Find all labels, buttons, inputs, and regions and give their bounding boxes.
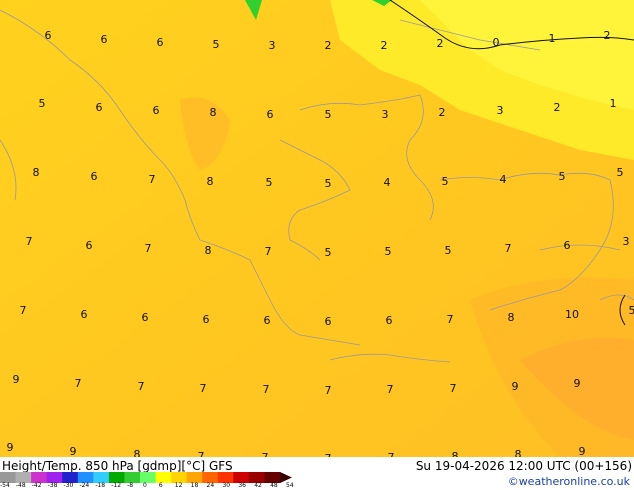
value-label: 2 [325, 39, 332, 52]
value-label: 5 [445, 244, 452, 257]
value-label: 9 [579, 445, 586, 457]
value-label: 2 [439, 106, 446, 119]
value-label: 2 [604, 29, 611, 42]
value-label: 7 [200, 382, 207, 395]
value-label: 8 [210, 106, 217, 119]
value-label: 6 [81, 308, 88, 321]
value-label: 3 [269, 39, 276, 52]
scale-tick: -24 [79, 482, 90, 489]
value-label: 9 [574, 377, 581, 390]
value-label: 7 [505, 242, 512, 255]
value-label: 6 [153, 104, 160, 117]
value-label: 7 [263, 383, 270, 396]
value-label: 7 [20, 304, 27, 317]
scale-tick: -42 [31, 482, 42, 489]
value-label: 8 [205, 244, 212, 257]
value-label: 3 [623, 235, 630, 248]
value-label: 6 [101, 33, 108, 46]
value-label: 7 [138, 380, 145, 393]
value-label: 2 [437, 37, 444, 50]
scale-tick: 30 [222, 482, 231, 489]
credit-link[interactable]: ©weatheronline.co.uk [508, 475, 630, 488]
value-label: 8 [515, 448, 522, 457]
value-label: 8 [508, 311, 515, 324]
value-label: 5 [385, 245, 392, 258]
scale-tick: 48 [270, 482, 278, 489]
value-label: 6 [91, 170, 98, 183]
value-label: 7 [325, 384, 332, 397]
value-label: 2 [554, 101, 561, 114]
map-title: Height/Temp. 850 hPa [gdmp][°C] GFS [2, 459, 233, 473]
scale-tick: 0 [143, 482, 147, 489]
value-label: 3 [497, 104, 504, 117]
value-label: 6 [45, 29, 52, 42]
value-label: 3 [382, 108, 389, 121]
value-label: 5 [266, 176, 273, 189]
value-label: 6 [564, 239, 571, 252]
value-label: 8 [134, 448, 141, 457]
value-label: 1 [610, 97, 617, 110]
scale-tick: 24 [206, 482, 215, 489]
value-label: 6 [86, 239, 93, 252]
scale-tick: 42 [254, 482, 262, 489]
value-label: 6 [267, 108, 274, 121]
value-label: 5 [559, 170, 566, 183]
value-label: 5 [442, 175, 449, 188]
footer: Height/Temp. 850 hPa [gdmp][°C] GFS Su 1… [0, 457, 634, 490]
value-label: 5 [325, 177, 332, 190]
value-label: 5 [629, 304, 634, 317]
value-label: 8 [452, 450, 459, 457]
value-label: 6 [325, 315, 332, 328]
scale-tick: -54 [0, 482, 10, 489]
color-scale-ticks: -54 -48 -42 -38 -30 -24 -18 -12 -8 0 6 12 18 24 30 36 42… [0, 482, 300, 490]
value-label: 6 [96, 101, 103, 114]
map-canvas: 6 6 6 5 3 2 2 2 0 1 2 5 6 6 8 6 5 3 2 3 2 1 8 6 7 8 5 5 4 5 4 5 5 7 6 7 8 7 5 5… [0, 0, 634, 465]
scale-tick: 12 [174, 482, 183, 489]
value-label: 10 [565, 308, 579, 321]
value-label: 7 [26, 235, 33, 248]
value-label: 9 [512, 380, 519, 393]
value-label: 8 [33, 166, 40, 179]
valid-time: Su 19-04-2026 12:00 UTC (00+156) [415, 459, 632, 473]
value-label: 0 [493, 36, 500, 49]
value-label: 6 [264, 314, 271, 327]
value-label: 7 [387, 383, 394, 396]
value-label: 6 [142, 311, 149, 324]
value-label: 7 [450, 382, 457, 395]
value-label: 4 [500, 173, 507, 186]
value-label: 5 [617, 166, 624, 179]
scale-tick: -30 [63, 482, 74, 489]
temperature-map: 6 6 6 5 3 2 2 2 0 1 2 5 6 6 8 6 5 3 2 3 2 1 8 6 7 8 5 5 4 5 4 5 5 7 6 7 8 7 5 5… [0, 0, 634, 465]
value-label: 4 [384, 176, 391, 189]
value-label: 9 [70, 445, 77, 457]
value-label: 7 [149, 173, 156, 186]
value-label: 7 [75, 377, 82, 390]
value-label: 6 [386, 314, 393, 327]
value-label: 8 [207, 175, 214, 188]
value-label: 6 [157, 36, 164, 49]
scale-tick: 18 [190, 482, 199, 489]
value-label: 7 [265, 245, 272, 258]
scale-tick: 54 [286, 482, 294, 489]
value-label: 5 [39, 97, 46, 110]
scale-tick: -8 [127, 482, 134, 489]
value-label: 5 [213, 38, 220, 51]
value-label: 6 [203, 313, 210, 326]
value-label: 9 [13, 373, 20, 386]
value-label: 5 [325, 108, 332, 121]
scale-tick: 6 [158, 482, 163, 489]
value-label: 7 [447, 313, 454, 326]
value-label: 5 [325, 246, 332, 259]
scale-tick: -18 [95, 482, 106, 489]
value-label: 1 [549, 32, 556, 45]
value-label: 2 [381, 39, 388, 52]
scale-tick: -48 [15, 482, 26, 489]
scale-tick: 36 [238, 482, 246, 489]
value-label: 7 [198, 450, 205, 457]
scale-tick: -38 [47, 482, 58, 489]
scale-tick: -12 [111, 482, 122, 489]
value-label: 7 [145, 242, 152, 255]
value-label: 9 [7, 441, 14, 454]
